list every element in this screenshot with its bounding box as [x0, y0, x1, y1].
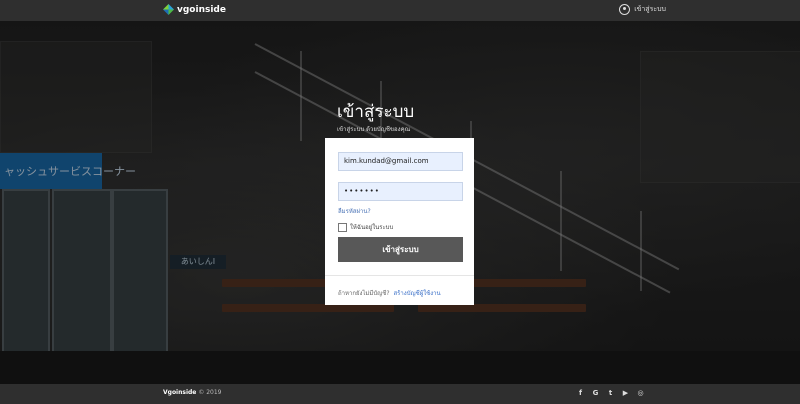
header-login-link[interactable]: เข้าสู่ระบบ: [619, 4, 666, 15]
brand-name: vgoinside: [177, 4, 226, 15]
password-field[interactable]: •••••••: [338, 182, 463, 201]
copyright: Vgoinside © 2019: [163, 389, 222, 396]
signup-link[interactable]: สร้างบัญชีผู้ใช้งาน: [394, 290, 441, 297]
remember-me-label: ให้ฉันอยู่ในระบบ: [350, 224, 394, 231]
facebook-icon[interactable]: f: [577, 389, 584, 397]
footer: Vgoinside © 2019 f G t ▶ ◎: [0, 384, 800, 404]
twitter-icon[interactable]: t: [607, 389, 614, 397]
email-field[interactable]: kim.kundad@gmail.com: [338, 152, 463, 171]
instagram-icon[interactable]: ◎: [637, 389, 644, 397]
brand-link[interactable]: vgoinside: [163, 4, 226, 15]
remember-me-checkbox[interactable]: ให้ฉันอยู่ในระบบ: [338, 222, 393, 232]
social-links: f G t ▶ ◎: [577, 389, 644, 397]
youtube-icon[interactable]: ▶: [622, 389, 629, 397]
top-navbar: vgoinside เข้าสู่ระบบ: [0, 0, 800, 21]
signup-prompt-text: ถ้าหากยังไม่มีบัญชี?: [338, 290, 390, 297]
login-heading: เข้าสู่ระบบ เข้าสู่ระบบ ด้วยบัญชีของคุณ: [337, 102, 414, 134]
forgot-password-link[interactable]: ลืมรหัสผ่าน?: [338, 206, 371, 216]
header-login-label: เข้าสู่ระบบ: [634, 5, 666, 13]
page-subtitle: เข้าสู่ระบบ ด้วยบัญชีของคุณ: [337, 126, 411, 133]
card-divider: [325, 275, 474, 276]
google-icon[interactable]: G: [592, 389, 599, 397]
footer-brand: Vgoinside: [163, 389, 197, 396]
user-icon: [619, 4, 631, 15]
signup-prompt: ถ้าหากยังไม่มีบัญชี? สร้างบัญชีผู้ใช้งาน: [338, 288, 441, 298]
footer-year: © 2019: [198, 389, 222, 396]
checkbox-box[interactable]: [338, 222, 347, 232]
page-title: เข้าสู่ระบบ: [337, 102, 415, 122]
login-button[interactable]: เข้าสู่ระบบ: [338, 237, 463, 262]
login-card: kim.kundad@gmail.com ••••••• ลืมรหัสผ่าน…: [325, 138, 474, 305]
vgoinside-logo-icon: [163, 4, 174, 15]
